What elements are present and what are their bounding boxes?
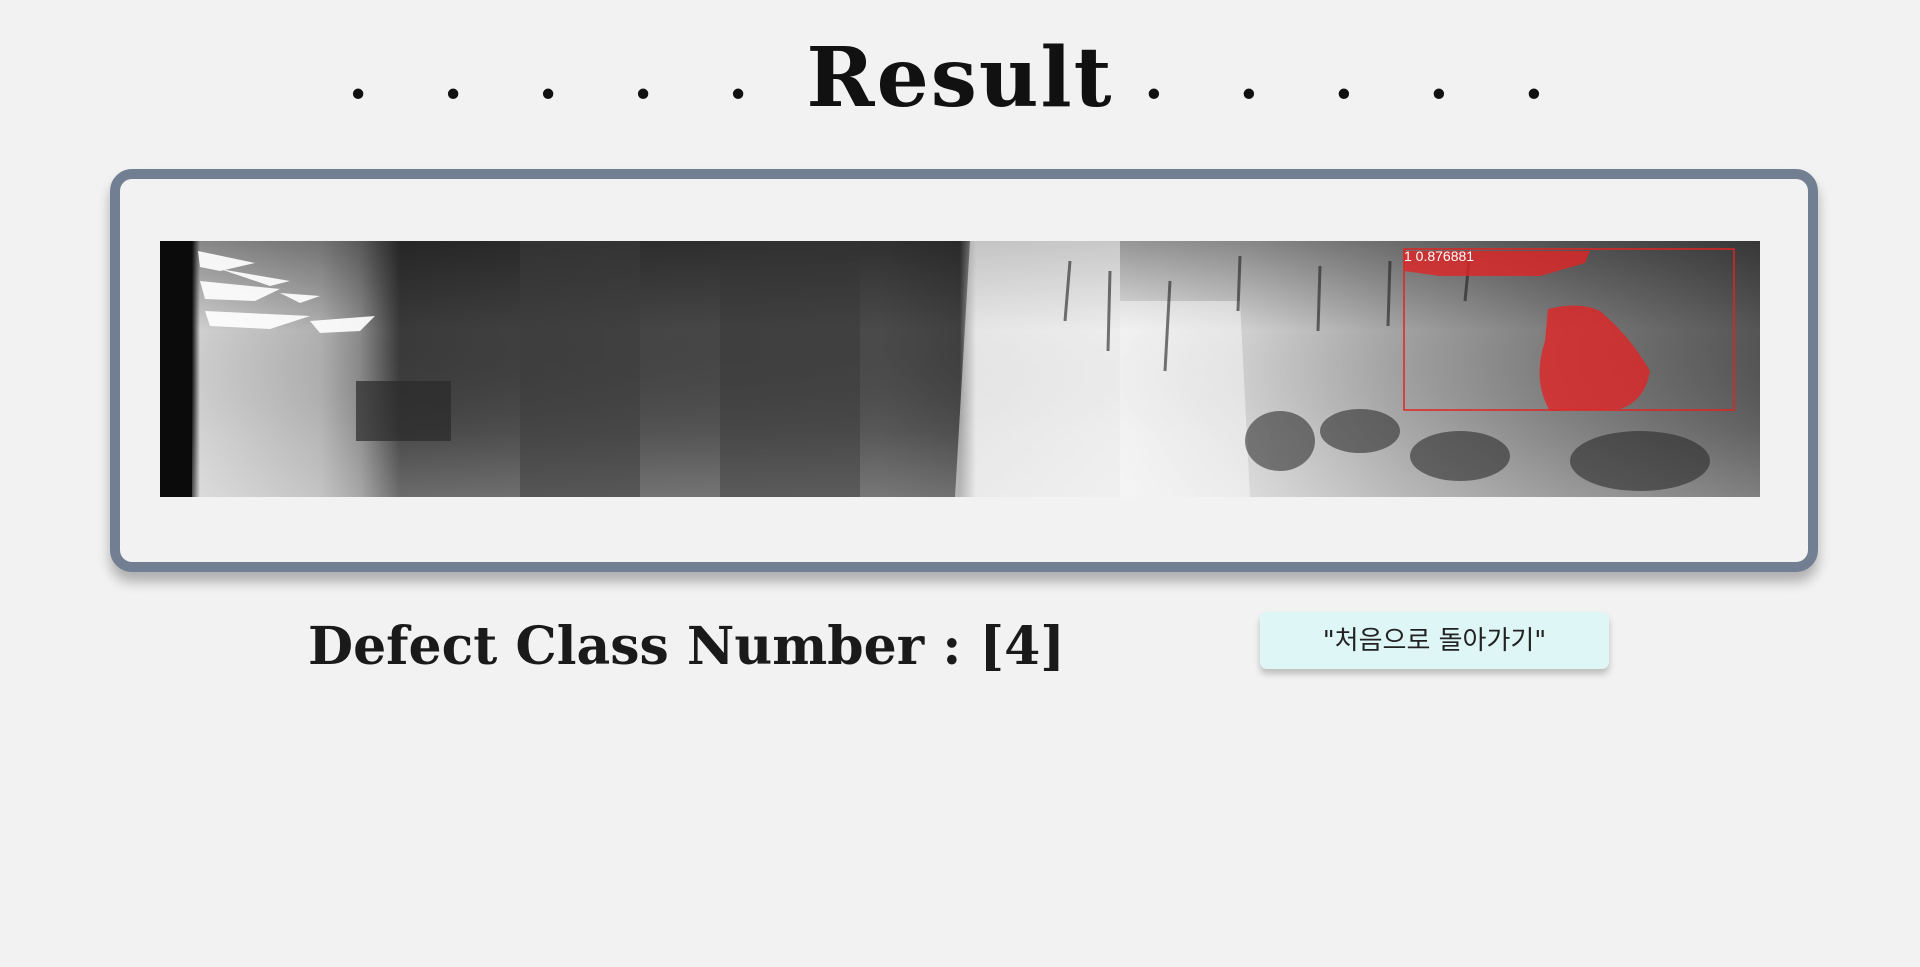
go-home-button[interactable]: "처음으로 돌아가기" — [1260, 612, 1609, 669]
title-left-dots: . . . . . — [348, 46, 776, 112]
detection-label: 1 0.876881 — [1404, 248, 1475, 264]
title-right-dots: . . . . . — [1144, 46, 1572, 112]
steel-surface-image — [160, 241, 1760, 497]
page-title: . . . . . Result . . . . . — [0, 18, 1920, 139]
title-text: Result — [806, 30, 1114, 126]
result-page: . . . . . Result . . . . . 1 0.876881 De… — [0, 0, 1920, 967]
defect-class-number: Defect Class Number : [4] — [308, 616, 1065, 677]
